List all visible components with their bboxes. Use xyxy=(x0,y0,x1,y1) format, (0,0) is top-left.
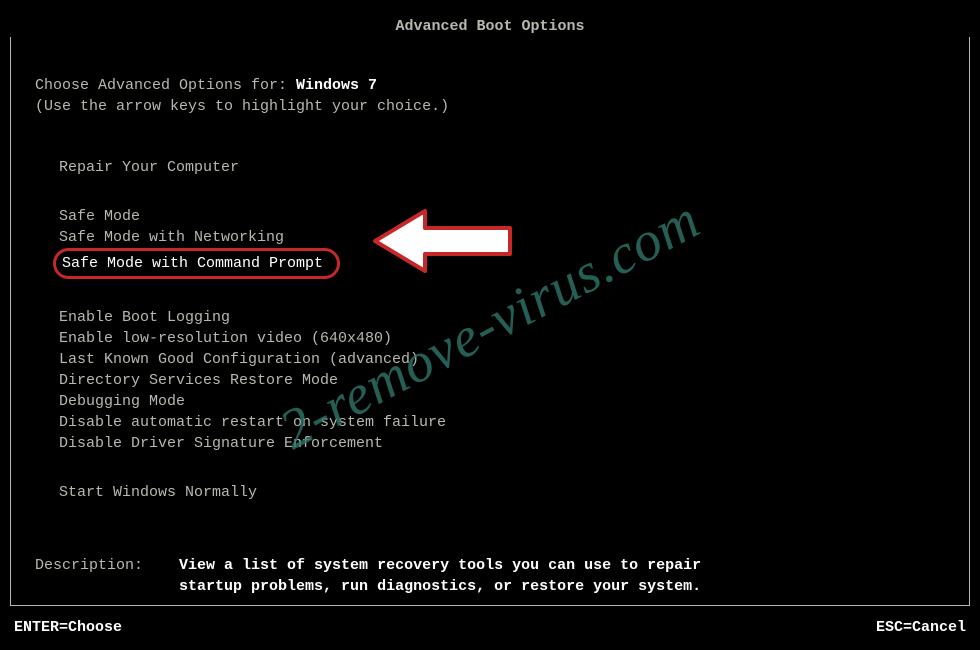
description-text: View a list of system recovery tools you… xyxy=(179,555,701,597)
option-disable-driver-sig[interactable]: Disable Driver Signature Enforcement xyxy=(59,433,945,454)
description-block: Description: View a list of system recov… xyxy=(35,555,945,597)
intro-prefix: Choose Advanced Options for: xyxy=(35,77,296,94)
os-name: Windows 7 xyxy=(296,77,377,94)
option-debugging-mode[interactable]: Debugging Mode xyxy=(59,391,945,412)
option-group-3: Start Windows Normally xyxy=(59,482,945,503)
option-group-2: Enable Boot Logging Enable low-resolutio… xyxy=(59,307,945,454)
footer-bar: ENTER=Choose ESC=Cancel xyxy=(10,617,970,638)
option-group-0: Repair Your Computer xyxy=(59,157,945,178)
content-area: Choose Advanced Options for: Windows 7 (… xyxy=(11,25,969,607)
intro-hint: (Use the arrow keys to highlight your ch… xyxy=(35,96,945,117)
option-directory-services-restore[interactable]: Directory Services Restore Mode xyxy=(59,370,945,391)
footer-esc-hint: ESC=Cancel xyxy=(876,617,966,638)
page-title-text: Advanced Boot Options xyxy=(391,18,588,35)
annotation-arrow-icon xyxy=(370,206,520,283)
intro-line: Choose Advanced Options for: Windows 7 xyxy=(35,75,945,96)
screen-frame: Choose Advanced Options for: Windows 7 (… xyxy=(10,24,970,606)
option-low-res-video[interactable]: Enable low-resolution video (640x480) xyxy=(59,328,945,349)
option-start-windows-normally[interactable]: Start Windows Normally xyxy=(59,482,945,503)
option-last-known-good[interactable]: Last Known Good Configuration (advanced) xyxy=(59,349,945,370)
option-repair-your-computer[interactable]: Repair Your Computer xyxy=(59,157,945,178)
page-title: Advanced Boot Options xyxy=(0,16,980,37)
footer-enter-hint: ENTER=Choose xyxy=(14,617,122,638)
option-safe-mode-command-prompt[interactable]: Safe Mode with Command Prompt xyxy=(53,248,340,279)
option-disable-auto-restart[interactable]: Disable automatic restart on system fail… xyxy=(59,412,945,433)
description-label: Description: xyxy=(35,555,179,576)
option-enable-boot-logging[interactable]: Enable Boot Logging xyxy=(59,307,945,328)
